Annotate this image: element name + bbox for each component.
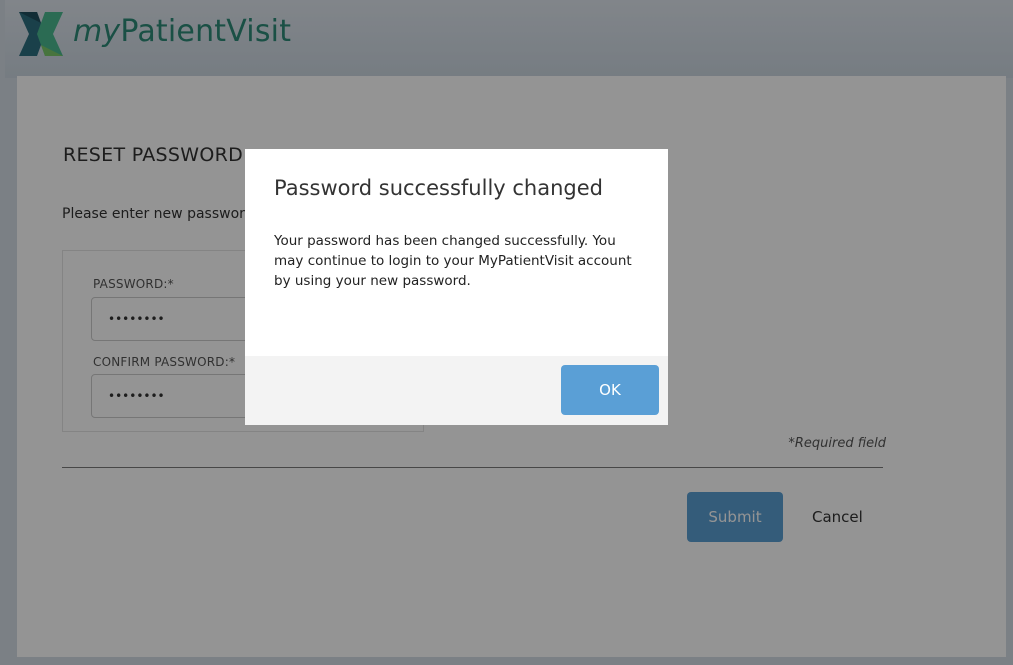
success-modal: Password successfully changed Your passw… — [245, 149, 668, 425]
modal-body-text: Your password has been changed successfu… — [274, 233, 632, 289]
modal-footer: OK — [245, 356, 668, 425]
app-viewport: myPatientVisit RESET PASSWORD Please ent… — [0, 0, 1013, 665]
modal-title: Password successfully changed — [274, 176, 603, 200]
ok-button[interactable]: OK — [561, 365, 659, 415]
